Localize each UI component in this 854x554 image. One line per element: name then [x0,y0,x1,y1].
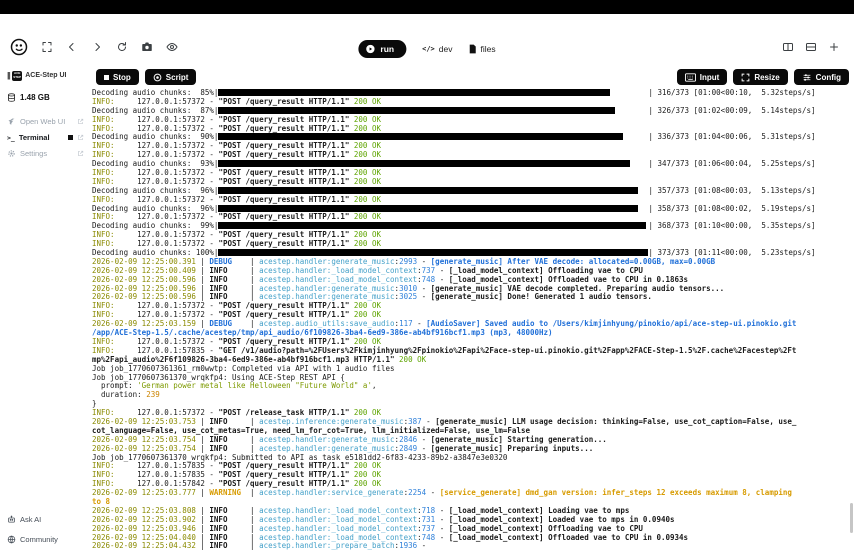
terminal-panel: Stop Script Input Resize Confi [88,66,854,554]
files-label: files [480,44,495,54]
terminal-line: duration: 239 [92,391,854,400]
top-black-strip [0,0,854,14]
dev-label: dev [439,44,453,54]
sidebar-item-terminal[interactable]: >_ Terminal [7,131,84,144]
resize-corners-icon [741,73,750,82]
resize-button[interactable]: Resize [733,69,787,85]
app-icon: ACE STEP [12,71,22,81]
files-button[interactable]: files [468,44,495,54]
script-label: Script [166,73,189,82]
split-columns-icon[interactable] [782,41,794,53]
dev-button[interactable]: </> dev [422,44,452,54]
code-icon: </> [422,45,435,53]
progress-bar [218,249,648,256]
memory-value: 1.48 GB [20,93,50,102]
external-link-icon[interactable] [77,134,84,141]
preview-eye-icon[interactable] [166,41,178,53]
terminal-toolbar-left: Stop Script [96,69,196,86]
progress-bar [218,187,648,194]
run-button[interactable]: run [358,40,406,58]
sidebar-item-community[interactable]: Community [7,533,84,546]
pinokio-logo-icon[interactable] [10,38,28,56]
progress-bar [218,89,648,96]
app-title: ACE-Step UI [25,72,66,79]
globe-icon [7,535,16,544]
sidebar-item-ask-ai[interactable]: Ask AI [7,513,84,526]
config-label: Config [816,73,841,82]
file-icon [468,44,476,54]
progress-bar [218,160,648,167]
browser-toolbar: run </> dev files [0,14,854,66]
input-button[interactable]: Input [677,69,728,85]
stop-label: Stop [113,73,131,82]
window-layout-group [782,41,840,53]
sliders-icon [802,73,812,82]
sidebar-menu: Open Web UI >_ Terminal Settings [7,115,84,160]
split-rows-icon[interactable] [805,41,817,53]
terminal-line: 2026-02-09 12:25:04.432 | INFO | acestep… [92,542,854,551]
external-link-icon[interactable] [77,118,84,125]
progress-bar [218,222,648,229]
gear-icon [7,149,16,158]
input-label: Input [700,73,720,82]
sidebar-item-label: Community [20,535,58,544]
database-icon [7,93,16,102]
main-area: ||| ACE STEP ACE-Step UI 1.48 GB Open We… [0,66,854,554]
progress-bar [218,107,648,114]
progress-bar [218,205,648,212]
sidebar-footer: Ask AI Community [7,513,84,546]
progress-bar [218,133,648,140]
refresh-icon[interactable] [116,41,128,53]
nav-icon-group [10,38,178,56]
screenshot-camera-icon[interactable] [141,41,153,53]
run-control-group: run </> dev files [358,40,495,58]
terminal-toolbar-right: Input Resize Config [677,69,849,86]
script-button[interactable]: Script [145,69,197,85]
keyboard-icon [685,73,696,82]
memory-usage: 1.48 GB [7,93,84,102]
new-tab-plus-icon[interactable] [828,41,840,53]
terminal-log: Decoding audio chunks: 85%|| 316/373 [01… [88,86,854,554]
sidebar-item-open-web-ui[interactable]: Open Web UI [7,115,84,128]
external-link-icon[interactable] [77,150,84,157]
stop-square-icon [104,75,109,80]
robot-icon [7,515,16,524]
sidebar: ||| ACE STEP ACE-Step UI 1.48 GB Open We… [0,66,88,554]
stop-button[interactable]: Stop [96,69,139,85]
back-icon[interactable] [66,41,78,53]
terminal-prompt-icon: >_ [7,134,15,142]
target-circle-icon [153,73,162,82]
sidebar-item-label: Settings [20,149,47,158]
config-button[interactable]: Config [794,69,849,85]
running-indicator-square-icon[interactable] [68,135,73,140]
sidebar-item-settings[interactable]: Settings [7,147,84,160]
sidebar-item-label: Ask AI [20,515,41,524]
sidebar-header: ||| ACE STEP ACE-Step UI [7,69,84,82]
sidebar-item-label: Open Web UI [20,117,65,126]
rocket-icon [7,117,16,126]
play-circle-icon [365,44,375,54]
run-label: run [380,44,394,54]
drag-grip-icon[interactable]: ||| [7,71,9,80]
terminal-line: 2026-02-09 12:25:03.777 | WARNING | aces… [92,489,854,498]
forward-icon[interactable] [91,41,103,53]
resize-label: Resize [754,73,779,82]
scrollbar-thumb[interactable] [850,503,853,533]
terminal-toolbar: Stop Script Input Resize Confi [88,66,854,86]
terminal-line: prompt: 'German power metal like Hellowe… [92,382,854,391]
sidebar-item-label: Terminal [19,133,50,142]
fullscreen-icon[interactable] [41,41,53,53]
